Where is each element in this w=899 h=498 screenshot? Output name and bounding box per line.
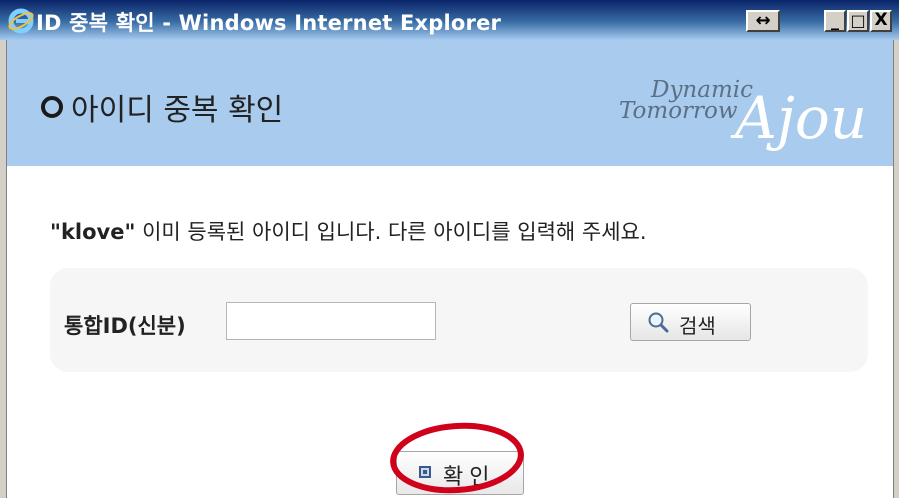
window-frame-left: [0, 40, 7, 498]
window-title-bar[interactable]: ID 중복 확인 - Windows Internet Explorer ↔ _…: [0, 0, 899, 40]
search-button[interactable]: 검색: [630, 303, 751, 341]
page-title-text: 아이디 중복 확인: [71, 93, 284, 128]
search-icon: [648, 312, 669, 333]
window-title: ID 중복 확인 - Windows Internet Explorer: [36, 11, 502, 35]
ajou-logo-icon: Ajou: [730, 84, 867, 152]
window-frame-right: [893, 40, 899, 498]
minimize-icon: _: [831, 11, 839, 30]
confirm-button-label: 확인: [443, 465, 496, 490]
duplicate-message-text: 이미 등록된 아이디 입니다. 다른 아이디를 입력해 주세요.: [135, 220, 647, 244]
confirm-button[interactable]: 확인: [396, 451, 524, 495]
duplicate-id-message: "klove" 이미 등록된 아이디 입니다. 다른 아이디를 입력해 주세요.: [50, 216, 647, 246]
page-title: 아이디 중복 확인: [41, 85, 283, 129]
ajou-logo-script: Ajou: [730, 84, 867, 152]
duplicate-user-id: "klove": [50, 220, 136, 244]
search-button-label: 검색: [679, 314, 716, 338]
page-header: 아이디 중복 확인 Dynamic Tomorrow Ajou: [7, 40, 893, 166]
minimize-button[interactable]: _: [824, 10, 846, 32]
close-icon: X: [874, 10, 888, 30]
confirm-square-icon: [419, 466, 431, 478]
close-button[interactable]: X: [870, 10, 892, 32]
resize-button[interactable]: ↔: [746, 10, 780, 32]
circle-bullet-icon: [41, 96, 63, 118]
integrated-id-input[interactable]: [226, 302, 436, 340]
maximize-button[interactable]: □: [847, 10, 869, 32]
resize-arrows-icon: ↔: [755, 10, 771, 31]
internet-explorer-icon: [8, 8, 34, 34]
integrated-id-label: 통합ID(신분): [64, 314, 186, 338]
id-search-panel: 통합ID(신분) 검색: [50, 268, 868, 372]
maximize-icon: □: [850, 11, 866, 30]
